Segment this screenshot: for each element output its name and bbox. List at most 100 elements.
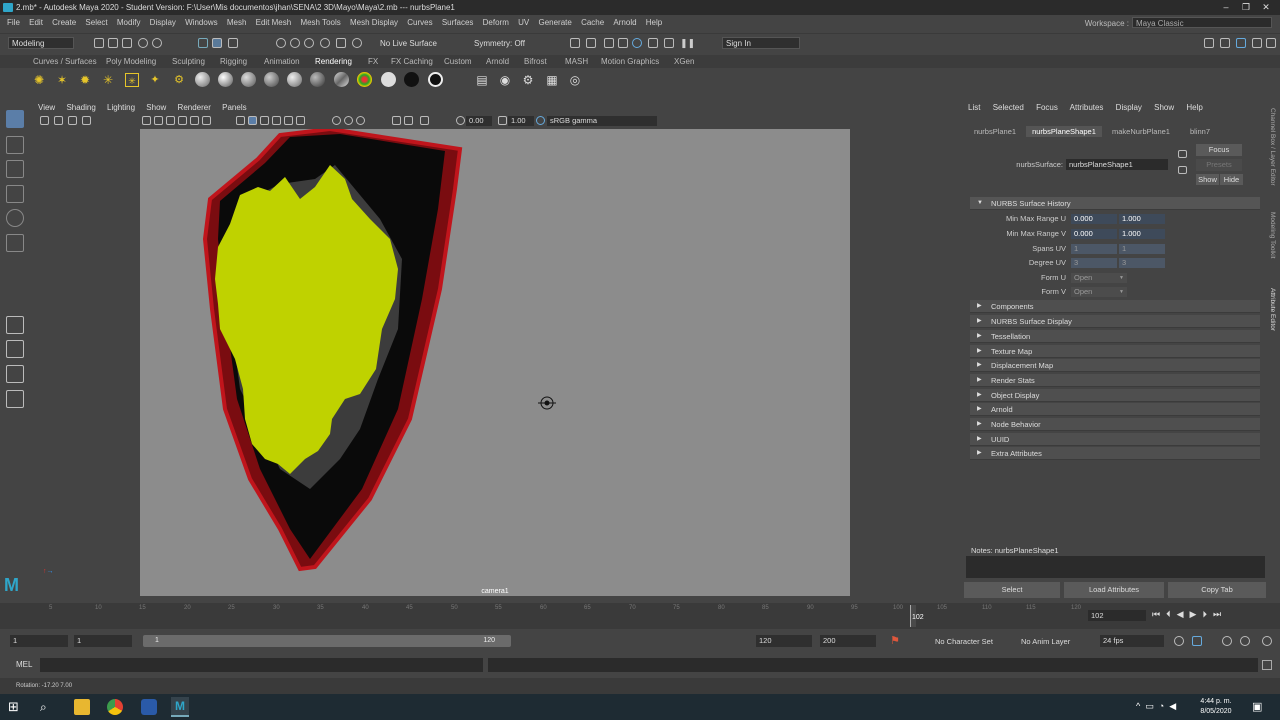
shelf-tab-bifrost[interactable]: Bifrost: [524, 55, 547, 68]
go-to-end-icon[interactable]: ⏭: [1213, 609, 1227, 619]
xray-icon[interactable]: [404, 116, 413, 125]
render-sequence-icon[interactable]: [664, 38, 674, 48]
menu-cache[interactable]: Cache: [581, 15, 604, 30]
network-icon[interactable]: ◔: [1159, 701, 1169, 711]
hypershade-icon[interactable]: [632, 38, 642, 48]
use-all-lights-icon[interactable]: [284, 116, 293, 125]
camera-icon[interactable]: ⚙: [172, 73, 186, 87]
hide-button[interactable]: Hide: [1220, 174, 1243, 185]
shelf-tab-arnold[interactable]: Arnold: [486, 55, 509, 68]
gate-mask-icon[interactable]: [178, 116, 187, 125]
light-area-icon[interactable]: ✳: [125, 73, 139, 87]
shelf-tab-motion-graphics[interactable]: Motion Graphics: [601, 55, 659, 68]
make-live-icon[interactable]: [352, 38, 362, 48]
viewport-3d[interactable]: [140, 126, 850, 596]
menu-deform[interactable]: Deform: [483, 15, 509, 30]
section-displacement-map[interactable]: ▶ Displacement Map: [970, 359, 1260, 372]
channel-box-toggle-icon[interactable]: [1236, 38, 1246, 48]
side-tab-channel-box[interactable]: Channel Box / Layer Editor: [1269, 108, 1276, 228]
shelf-tab-xgen[interactable]: XGen: [674, 55, 694, 68]
camera-attributes-icon[interactable]: [54, 116, 63, 125]
min-v-field[interactable]: 0.000: [1071, 229, 1117, 239]
manipulator-pivot-icon[interactable]: [538, 396, 556, 410]
grid-icon[interactable]: [142, 116, 151, 125]
vp-menu-show[interactable]: Show: [146, 103, 166, 112]
shelf-tab-fx[interactable]: FX: [368, 55, 378, 68]
gamma-field[interactable]: 1.00: [508, 116, 534, 126]
material-phong-icon[interactable]: [241, 72, 256, 87]
min-u-field[interactable]: 0.000: [1071, 214, 1117, 224]
ambient-occlusion-icon[interactable]: [332, 116, 341, 125]
section-nurbs-surface-history[interactable]: ▼ NURBS Surface History: [970, 197, 1260, 210]
snap-view-icon[interactable]: [320, 38, 330, 48]
ae-menu-help[interactable]: Help: [1186, 103, 1202, 112]
image-plane-icon[interactable]: [82, 116, 91, 125]
section-uuid[interactable]: ▶ UUID: [970, 433, 1260, 446]
hypershade-shelf-icon[interactable]: ▦: [545, 73, 559, 87]
menu-mesh[interactable]: Mesh: [227, 15, 247, 30]
step-back-key-icon[interactable]: ⏴: [1166, 609, 1177, 619]
color-management-icon[interactable]: [536, 116, 545, 125]
search-icon[interactable]: ⌕: [40, 699, 56, 715]
persp-outliner-icon[interactable]: [6, 365, 24, 383]
redo-icon[interactable]: [152, 38, 162, 48]
maya-taskbar-icon[interactable]: M: [171, 697, 189, 717]
render-settings-icon[interactable]: [570, 38, 580, 48]
bookmark-icon[interactable]: [68, 116, 77, 125]
current-frame-field[interactable]: 102: [1088, 610, 1146, 621]
material-blinn-icon[interactable]: [218, 72, 233, 87]
vp-menu-panels[interactable]: Panels: [222, 103, 246, 112]
tool-settings-icon[interactable]: [1252, 38, 1262, 48]
focus-button[interactable]: Focus: [1196, 144, 1242, 156]
menu-edit-mesh[interactable]: Edit Mesh: [256, 15, 292, 30]
snap-curve-icon[interactable]: [290, 38, 300, 48]
arnold-render-icon[interactable]: [648, 38, 658, 48]
play-icon[interactable]: ▶: [1190, 609, 1203, 619]
tray-arrow-icon[interactable]: ^: [1136, 701, 1145, 711]
ae-menu-focus[interactable]: Focus: [1036, 103, 1058, 112]
open-scene-icon[interactable]: [108, 38, 118, 48]
file-explorer-icon[interactable]: [74, 699, 90, 715]
ae-menu-list[interactable]: List: [968, 103, 980, 112]
material-black-icon[interactable]: [404, 72, 419, 87]
material-lambert-icon[interactable]: [195, 72, 210, 87]
section-texture-map[interactable]: ▶ Texture Map: [970, 345, 1260, 358]
material-phonge-icon[interactable]: [264, 72, 279, 87]
workspace-dropdown[interactable]: Maya Classic: [1132, 17, 1272, 28]
menu-mesh-display[interactable]: Mesh Display: [350, 15, 398, 30]
exposure-icon[interactable]: [456, 116, 465, 125]
max-v-field[interactable]: 1.000: [1119, 229, 1165, 239]
menu-windows[interactable]: Windows: [185, 15, 217, 30]
show-button[interactable]: Show: [1196, 174, 1219, 185]
safe-action-icon[interactable]: [202, 116, 211, 125]
sign-in-dropdown[interactable]: Sign In: [722, 37, 800, 49]
app-icon[interactable]: [141, 699, 157, 715]
light-point-icon[interactable]: ✹: [78, 73, 92, 87]
ipr-icon[interactable]: ◉: [498, 73, 512, 87]
menu-help[interactable]: Help: [646, 15, 662, 30]
snap-grid-icon[interactable]: [276, 38, 286, 48]
ae-menu-show[interactable]: Show: [1154, 103, 1174, 112]
notifications-icon[interactable]: ▣: [1252, 699, 1268, 715]
symmetry-label[interactable]: Symmetry: Off: [474, 39, 525, 48]
material-layered-icon[interactable]: [310, 72, 325, 87]
side-tab-modeling-toolkit[interactable]: Modeling Toolkit: [1269, 212, 1276, 282]
section-nurbs-surface-display[interactable]: ▶ NURBS Surface Display: [970, 315, 1260, 328]
paint-select-tool-icon[interactable]: [6, 160, 24, 178]
ae-tab-nurbsplaneshape1[interactable]: nurbsPlaneShape1: [1026, 126, 1102, 137]
motion-blur-icon[interactable]: [344, 116, 353, 125]
shelf-tab-curves-surfaces[interactable]: Curves / Surfaces: [33, 55, 97, 68]
material-anisotropic-icon[interactable]: [287, 72, 302, 87]
smooth-shade-icon[interactable]: [248, 116, 257, 125]
ae-menu-display[interactable]: Display: [1116, 103, 1142, 112]
wireframe-icon[interactable]: [236, 116, 245, 125]
load-attributes-button[interactable]: Load Attributes: [1064, 582, 1164, 598]
menu-uv[interactable]: UV: [518, 15, 529, 30]
playback-start-field[interactable]: 1: [74, 635, 132, 647]
vp-menu-shading[interactable]: Shading: [66, 103, 95, 112]
film-gate-icon[interactable]: [154, 116, 163, 125]
shelf-tab-poly-modeling[interactable]: Poly Modeling: [106, 55, 156, 68]
single-perspective-view-icon[interactable]: [6, 316, 24, 334]
maximize-button[interactable]: ❐: [1236, 0, 1256, 15]
anim-prefs-icon[interactable]: [1240, 636, 1250, 646]
